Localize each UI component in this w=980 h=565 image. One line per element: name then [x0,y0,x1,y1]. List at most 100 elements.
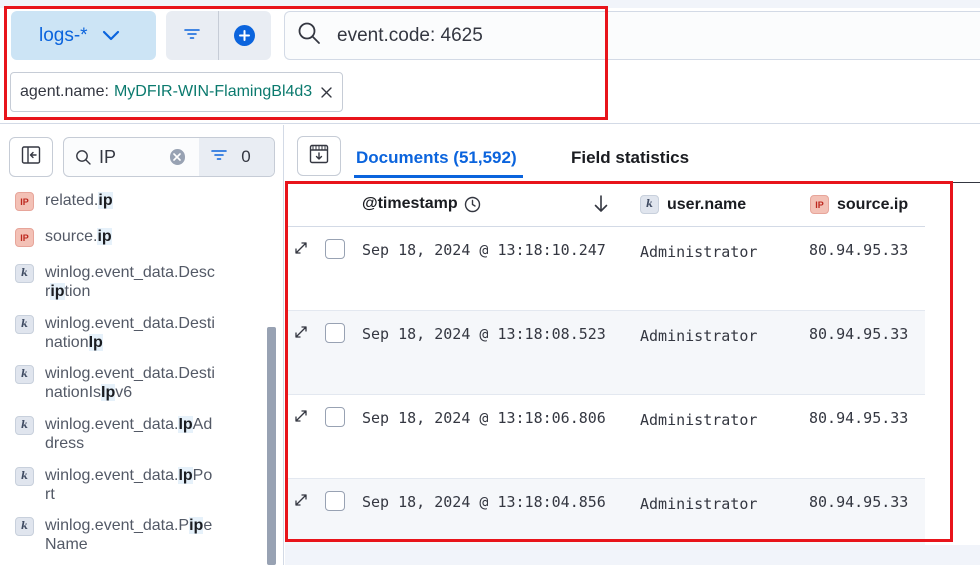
field-list-item[interactable]: k winlog.event_data.PipeName [15,516,215,554]
filter-pill-value: MyDFIR-WIN-FlamingBl4d3 [113,83,313,100]
table-row: Sep 18, 2024 @ 13:18:06.806 Administrato… [285,395,925,479]
field-name: winlog.event_data.PipeName [45,516,215,554]
field-sidebar: IP 0 IP related.ip IP source.ip k winlog.even… [0,125,284,565]
field-name-match: ip [97,228,112,245]
filter-actions [166,11,271,60]
expand-icon[interactable] [294,493,308,511]
filter-icon [211,148,228,166]
top-strip [0,0,980,8]
filter-pill[interactable]: agent.name: MyDFIR-WIN-FlamingBl4d3 [10,72,344,112]
expand-icon[interactable] [294,241,308,259]
table-row: Sep 18, 2024 @ 13:18:10.247 Administrato… [285,227,925,311]
field-name-part: winlog.event_data. [45,416,179,433]
field-type-filter-button[interactable]: 0 [199,138,274,176]
column-label: @timestamp [362,195,458,212]
keyword-type-icon: k [640,195,659,214]
clock-icon [464,196,481,213]
keyword-type-icon: k [15,315,34,334]
field-name: winlog.event_data.IpPort [45,466,215,504]
keyword-type-icon: k [15,467,34,486]
cell-user-name: Administrator [640,411,758,429]
ip-type-icon: IP [15,228,34,247]
filter-menu-button[interactable] [166,11,218,60]
cell-source-ip: 80.94.95.33 [809,241,909,259]
collapse-sidebar-button[interactable] [9,137,53,177]
field-name-match: Ip [178,467,193,484]
toggle-chart-button[interactable] [297,136,341,176]
row-checkbox[interactable] [325,239,345,259]
field-name: winlog.event_data.DestinationIsIpv6 [45,364,215,402]
field-name-match: Ip [178,416,193,433]
field-name-match: ip [98,192,113,209]
chevron-down-icon [102,30,120,42]
filter-count: 0 [241,147,251,166]
field-list-item[interactable]: IP related.ip [15,191,215,211]
documents-grid: @timestamp k user.name IP source.ip Sep … [285,183,925,563]
sidebar-scrollbar[interactable] [267,327,276,565]
query-bar: logs-* event.code: 4625 agent.name: MyDF… [0,0,980,124]
field-name: winlog.event_data.DestinationIp [45,314,215,352]
tabs-bar: Documents (51,592) Field statistics [285,125,980,183]
keyword-type-icon: k [15,365,34,384]
field-search-input[interactable]: IP 0 [63,137,275,177]
table-row: Sep 18, 2024 @ 13:18:08.523 Administrato… [285,311,925,395]
field-search-value: IP [99,146,117,167]
cell-source-ip: 80.94.95.33 [809,409,909,427]
column-label: user.name [667,195,747,213]
search-icon [75,149,91,165]
dataview-label: logs-* [39,24,88,46]
field-list-item[interactable]: k winlog.event_data.IpPort [15,466,215,504]
field-name-part: winlog.event_data. [45,467,179,484]
cell-timestamp: Sep 18, 2024 @ 13:18:08.523 [362,325,606,343]
panel-bottom-icon [309,144,329,169]
column-header-source-ip[interactable]: IP source.ip [810,195,908,214]
dataview-selector[interactable]: logs-* [11,11,156,60]
keyword-type-icon: k [15,416,34,435]
field-name-part: related. [45,192,99,209]
expand-icon[interactable] [294,409,308,427]
bottom-strip [285,545,980,565]
row-checkbox[interactable] [325,491,345,511]
cell-timestamp: Sep 18, 2024 @ 13:18:10.247 [362,241,606,259]
cell-source-ip: 80.94.95.33 [809,493,909,511]
query-input[interactable]: event.code: 4625 [284,11,980,60]
tab-field-statistics[interactable]: Field statistics [571,148,689,168]
add-filter-button[interactable] [218,11,270,60]
field-list: IP related.ip IP source.ip k winlog.event_dat… [0,187,268,565]
expand-icon[interactable] [294,325,308,343]
grid-header: @timestamp k user.name IP source.ip [285,183,925,227]
keyword-type-icon: k [15,264,34,283]
field-name: winlog.event_data.Description [45,263,215,301]
row-checkbox[interactable] [325,323,345,343]
field-name-match: ip [189,517,204,534]
close-icon[interactable] [321,86,332,98]
row-checkbox[interactable] [325,407,345,427]
field-list-item[interactable]: IP source.ip [15,227,215,247]
field-name-part: tion [64,283,91,300]
keyword-type-icon: k [15,517,34,536]
cell-user-name: Administrator [640,495,758,513]
field-list-item[interactable]: k winlog.event_data.IpAddress [15,415,215,453]
field-list-item[interactable]: k winlog.event_data.Description [15,263,215,301]
column-header-user-name[interactable]: k user.name [640,195,746,214]
field-name: related.ip [45,191,215,210]
field-name-match: Ip [88,334,103,351]
field-name: source.ip [45,227,215,246]
filter-icon [184,27,200,45]
field-name-match: ip [50,283,65,300]
collapse-panel-icon [21,145,41,170]
field-name: winlog.event_data.IpAddress [45,415,215,453]
plus-circle-icon [234,25,255,46]
tab-documents[interactable]: Documents (51,592) [354,148,523,178]
field-name-part: source. [45,228,98,245]
tab-divider [945,182,980,183]
field-list-item[interactable]: k winlog.event_data.DestinationIp [15,314,215,352]
column-header-timestamp[interactable]: @timestamp [362,195,481,213]
query-text: event.code: 4625 [337,24,483,46]
field-list-item[interactable]: k winlog.event_data.DestinationIsIpv6 [15,364,215,402]
ip-type-icon: IP [15,192,34,211]
field-name-part: v6 [115,384,133,401]
cell-source-ip: 80.94.95.33 [809,325,909,343]
clear-search-icon[interactable] [169,149,186,165]
sort-descending-icon[interactable] [593,194,609,219]
